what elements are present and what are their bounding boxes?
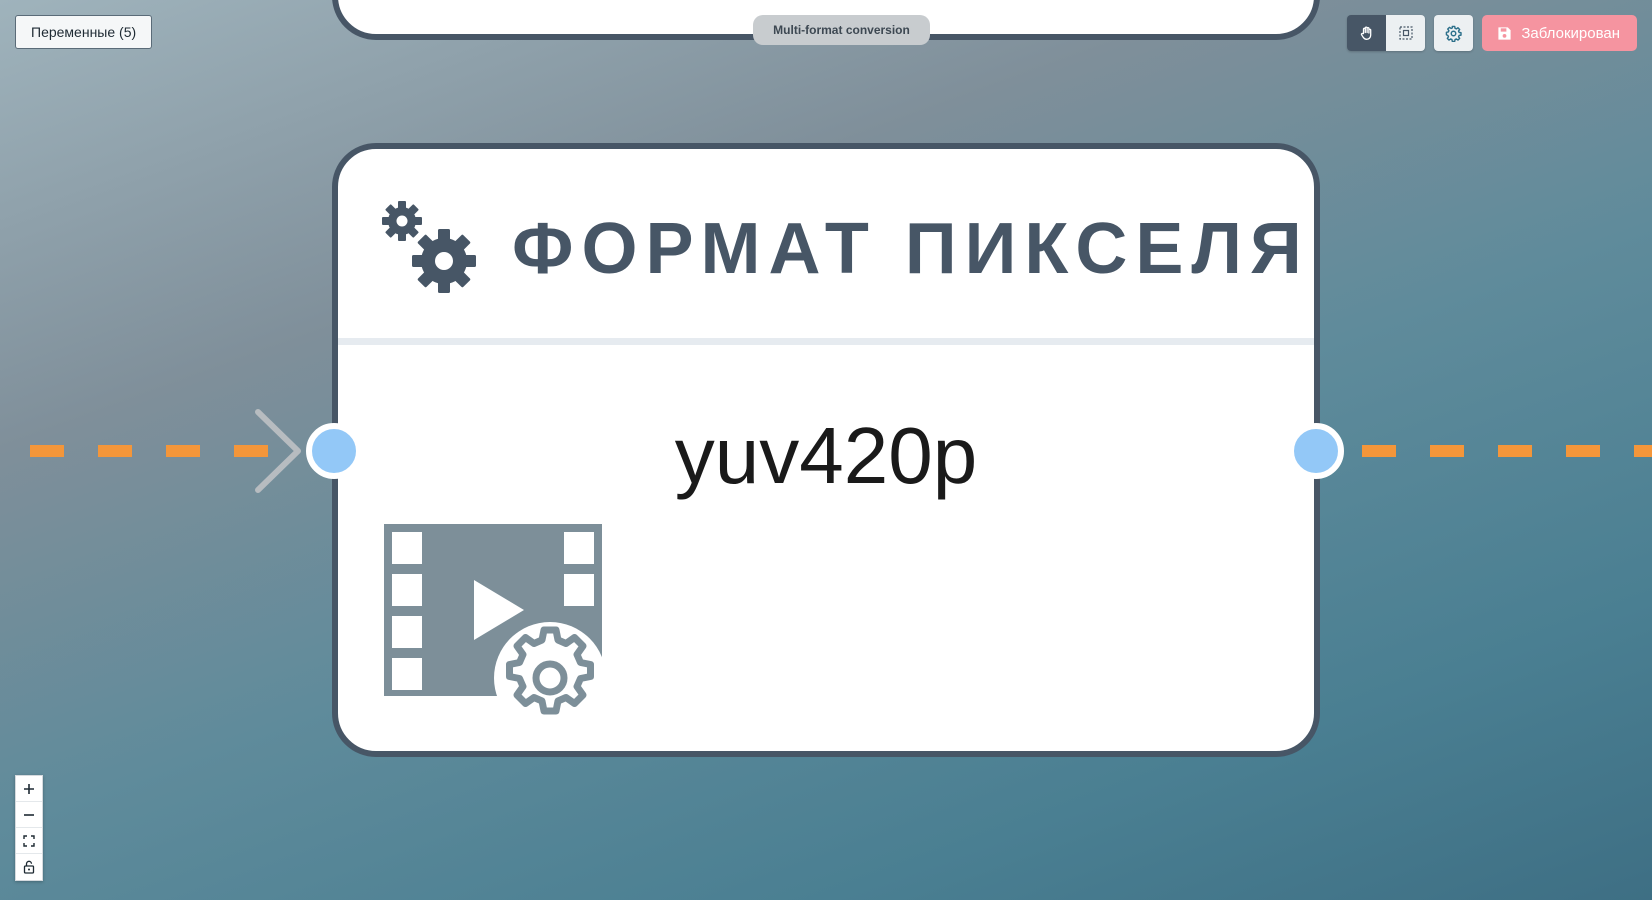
save-icon [1498,26,1511,40]
variables-button[interactable]: Переменные (5) [15,15,153,49]
node-output-handle[interactable] [1288,423,1344,479]
zoom-out-button[interactable] [16,802,42,828]
locked-save-button[interactable]: Заблокирован [1482,15,1637,51]
locked-label: Заблокирован [1521,24,1620,42]
fit-view-icon [23,834,35,847]
gear-icon [1446,25,1463,42]
edge-outgoing[interactable] [1362,445,1652,457]
settings-button[interactable] [1434,15,1474,51]
zoom-in-button[interactable] [16,776,42,802]
interactivity-lock-button[interactable] [16,854,42,880]
select-mode-button[interactable] [1386,15,1426,51]
node-value: yuv420p [674,411,978,500]
video-settings-icon [384,524,606,732]
hand-icon [1360,26,1372,40]
unlock-icon [23,860,35,874]
node-title: ФОРМАТ ПИКСЕЛЯ [512,209,1310,289]
zoom-controls [15,775,43,881]
minus-icon [24,813,34,816]
mode-toggle-group [1347,15,1426,51]
selection-icon [1399,26,1413,40]
node-header: ФОРМАТ ПИКСЕЛЯ [338,149,1314,345]
canvas-toolbar: Заблокирован [1347,15,1637,51]
flow-canvas[interactable]: Переменные (5) Multi-format conversion З… [0,0,1652,900]
flow-name-label: Multi-format conversion [753,15,930,45]
plus-icon [24,783,34,794]
gears-icon [382,201,476,293]
edge-arrow-icon [255,409,301,493]
pixel-format-node[interactable]: ФОРМАТ ПИКСЕЛЯ yuv420p [332,143,1320,757]
node-input-handle[interactable] [306,423,362,479]
pan-mode-button[interactable] [1347,15,1387,51]
fit-view-button[interactable] [16,828,42,854]
edge-incoming[interactable] [30,445,270,457]
